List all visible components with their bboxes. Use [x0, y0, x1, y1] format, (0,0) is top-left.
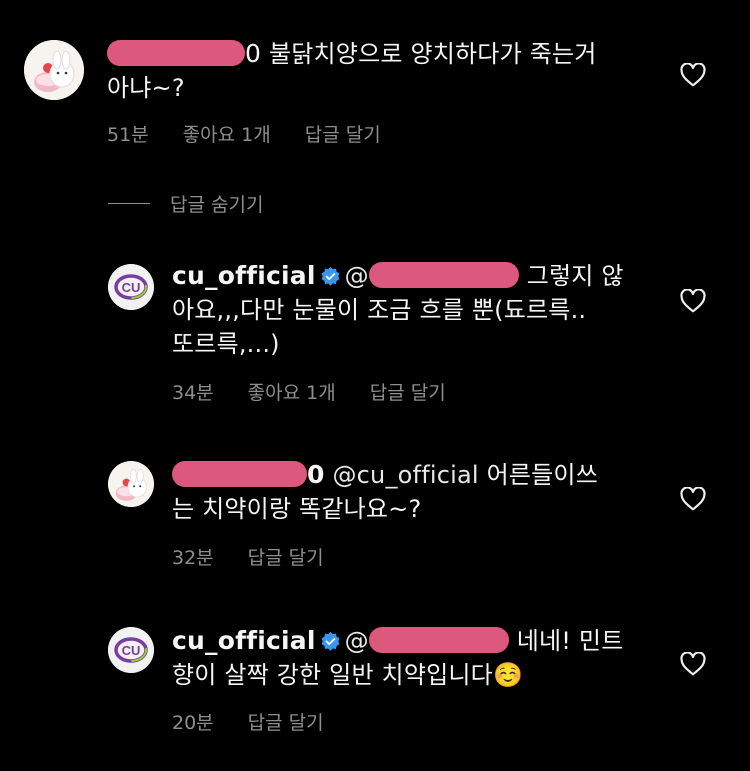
comment-line: 향이 살짝 강한 일반 치약입니다: [172, 661, 493, 689]
comment-line: 는 치약이랑 똑같나요~?: [172, 495, 422, 523]
comment-line: 아요,,,다만 눈물이 조금 흐를 뿐(됴르륵..: [172, 296, 587, 324]
avatar[interactable]: CU: [108, 627, 154, 673]
mention[interactable]: @: [345, 627, 369, 655]
comment-line: 또르륵,...): [172, 330, 280, 358]
comment-line: 그렇지 않: [526, 262, 624, 290]
reply-button[interactable]: 답글 달기: [370, 378, 446, 405]
redacted-mention: [368, 262, 519, 288]
username-tail: 0: [245, 39, 262, 68]
comment-meta: 20분 답글 달기: [172, 708, 324, 735]
cu-logo-icon: CU: [108, 627, 154, 673]
bunny-avatar-icon: [24, 40, 84, 100]
username[interactable]: cu_official: [172, 261, 316, 290]
mention[interactable]: @: [345, 262, 369, 290]
reply-button[interactable]: 답글 달기: [305, 120, 381, 147]
timestamp: 51분: [107, 124, 149, 146]
avatar[interactable]: [108, 461, 154, 507]
bunny-avatar-icon: [108, 461, 154, 507]
comment-line: 아냐~?: [107, 74, 185, 102]
verified-badge-icon: [321, 631, 340, 651]
cu-logo-icon: CU: [108, 264, 154, 310]
comment-meta: 51분 좋아요 1개 답글 달기: [107, 120, 381, 147]
avatar[interactable]: [24, 40, 84, 100]
svg-text:CU: CU: [122, 280, 141, 295]
heart-icon[interactable]: [680, 63, 706, 87]
comment-text: cu_official @ 그렇지 않 아요,,,다만 눈물이 조금 흐를 뿐(됴…: [172, 259, 652, 361]
heart-icon[interactable]: [680, 652, 706, 676]
svg-text:CU: CU: [122, 643, 141, 658]
reply-button[interactable]: 답글 달기: [248, 708, 324, 735]
redacted-username: [172, 461, 307, 487]
hide-replies-button[interactable]: 답글 숨기기: [108, 190, 263, 217]
heart-icon[interactable]: [680, 487, 706, 511]
timestamp: 34분: [172, 382, 214, 404]
smile-emoji: ☺️: [492, 661, 524, 689]
comment-line: 네네! 민트: [516, 627, 624, 655]
divider-line: [108, 202, 150, 205]
comment-line: 어른들이쓰: [486, 461, 598, 489]
comment-line: 불닭치양으로 양치하다가 죽는거: [268, 40, 597, 68]
timestamp: 32분: [172, 547, 214, 569]
comment-meta: 32분 답글 달기: [172, 543, 324, 570]
redacted-username: [107, 40, 245, 66]
mention[interactable]: @cu_official: [332, 461, 478, 489]
hide-replies-label: 답글 숨기기: [170, 194, 264, 216]
username[interactable]: cu_official: [172, 626, 316, 655]
likes-count[interactable]: 좋아요 1개: [183, 120, 271, 147]
timestamp: 20분: [172, 712, 214, 734]
comment-text: 0 @cu_official 어른들이쓰 는 치약이랑 똑같나요~?: [172, 458, 652, 526]
likes-count[interactable]: 좋아요 1개: [248, 378, 336, 405]
verified-badge-icon: [321, 266, 340, 286]
username-tail[interactable]: 0: [307, 460, 325, 489]
comment-text: cu_official @ 네네! 민트 향이 살짝 강한 일반 치약입니다☺️: [172, 624, 652, 692]
heart-icon[interactable]: [680, 289, 706, 313]
redacted-mention: [368, 627, 509, 653]
comment-text: 0 불닭치양으로 양치하다가 죽는거 아냐~?: [107, 37, 667, 105]
avatar[interactable]: CU: [108, 264, 154, 310]
comment-meta: 34분 좋아요 1개 답글 달기: [172, 378, 446, 405]
reply-button[interactable]: 답글 달기: [248, 543, 324, 570]
